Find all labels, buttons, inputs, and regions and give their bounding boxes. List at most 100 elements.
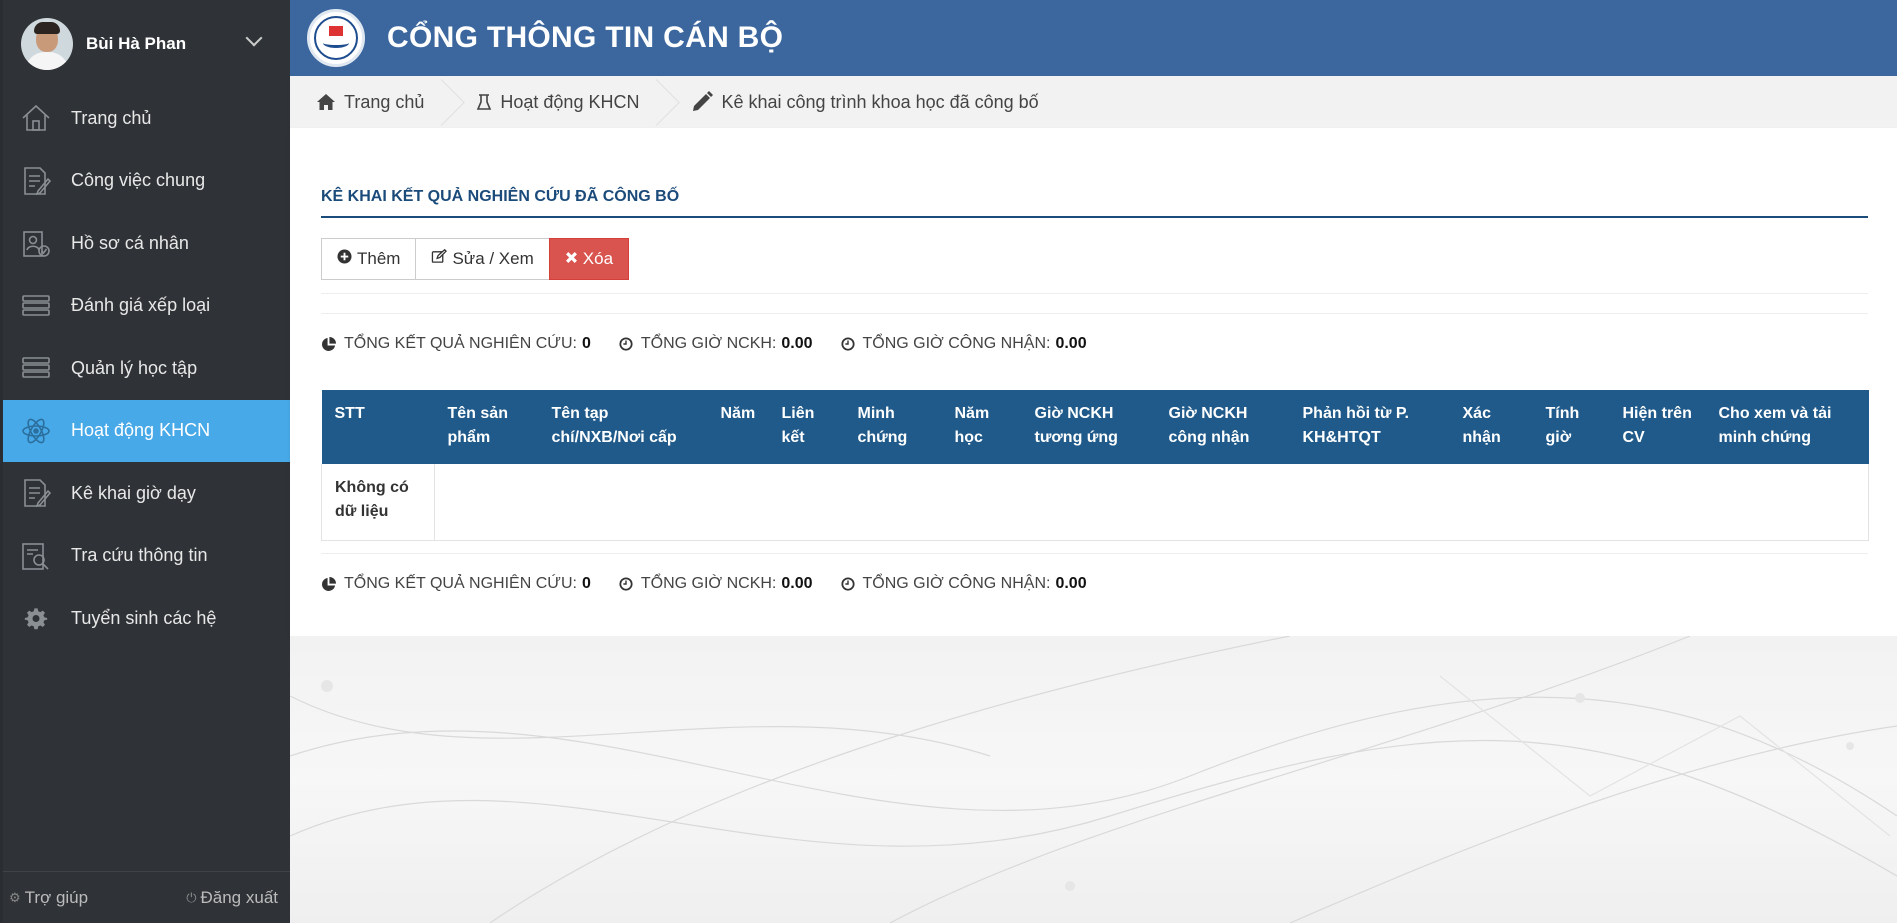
edit-button[interactable]: Sửa / Xem bbox=[415, 238, 550, 280]
clock-icon bbox=[840, 577, 855, 591]
column-header[interactable]: Phản hồi từ P. KH&HTQT bbox=[1289, 390, 1450, 464]
top-header: CỔNG THÔNG TIN CÁN BỘ bbox=[290, 0, 1897, 76]
delete-button-label: Xóa bbox=[582, 249, 614, 268]
add-button-label: Thêm bbox=[357, 249, 401, 268]
help-label: Trợ giúp bbox=[24, 887, 89, 907]
column-header[interactable]: Tên tạp chí/NXB/Nơi cấp bbox=[538, 390, 708, 464]
column-header[interactable]: Hiện trên CV bbox=[1609, 390, 1706, 464]
logo bbox=[307, 9, 365, 67]
breadcrumb-current: Kê khai công trình khoa học đã công bố bbox=[665, 76, 1064, 128]
column-header[interactable]: Xác nhận bbox=[1449, 390, 1533, 464]
breadcrumb-section[interactable]: Hoạt động KHCN bbox=[450, 76, 665, 128]
delete-button[interactable]: Xóa bbox=[548, 238, 630, 280]
pie-chart-icon bbox=[321, 336, 336, 352]
summary-bottom: TỔNG KẾT QUẢ NGHIÊN CỨU: 0 TỔNG GIỜ NCKH… bbox=[321, 575, 1115, 593]
pie-chart-icon bbox=[321, 576, 336, 592]
flask-icon bbox=[476, 93, 492, 111]
column-header[interactable]: Cho xem và tải minh chứng bbox=[1705, 390, 1869, 464]
clock-icon bbox=[619, 577, 633, 591]
chevron-down-icon[interactable] bbox=[245, 29, 263, 47]
edit-icon bbox=[431, 248, 448, 269]
sidebar-item-label: Đánh giá xếp loại bbox=[71, 295, 211, 316]
sidebar-item-tra-cuu-thong-tin[interactable]: Tra cứu thông tin bbox=[3, 525, 290, 588]
summary-label: TỔNG GIỜ NCKH: bbox=[640, 575, 777, 592]
summary-value: 0.00 bbox=[1055, 575, 1087, 592]
column-header[interactable]: STT bbox=[321, 390, 435, 464]
column-header[interactable]: Liên kết bbox=[768, 390, 845, 464]
sidebar-item-trang-chu[interactable]: Trang chủ bbox=[3, 87, 290, 150]
column-header[interactable]: Giờ NCKH công nhận bbox=[1155, 390, 1290, 464]
divider bbox=[321, 293, 1868, 294]
summary-top: TỔNG KẾT QUẢ NGHIÊN CỨU: 0 TỔNG GIỜ NCKH… bbox=[321, 335, 1115, 353]
user-name: Bùi Hà Phan bbox=[86, 33, 187, 53]
column-header[interactable]: Tính giờ bbox=[1532, 390, 1610, 464]
sidebar-footer: ⚙ Trợ giúp ⏻ Đăng xuất bbox=[3, 871, 290, 923]
breadcrumb-home[interactable]: Trang chủ bbox=[290, 76, 450, 128]
summary-value: 0.00 bbox=[781, 335, 813, 352]
section-title: KÊ KHAI KẾT QUẢ NGHIÊN CỨU ĐÃ CÔNG BỐ bbox=[321, 188, 1868, 218]
action-toolbar: Thêm Sửa / Xem Xóa bbox=[321, 238, 630, 280]
sidebar-item-label: Trang chủ bbox=[71, 107, 152, 128]
sidebar-item-label: Tuyển sinh các hệ bbox=[71, 607, 217, 628]
profile-file-icon bbox=[19, 226, 53, 260]
summary-label: TỔNG GIỜ CÔNG NHẬN: bbox=[862, 335, 1051, 352]
table-row: Không có dữ liệu bbox=[321, 464, 1869, 541]
sidebar-item-hoat-dong-khcn[interactable]: Hoạt động KHCN bbox=[3, 399, 290, 462]
summary-label: TỔNG GIỜ CÔNG NHẬN: bbox=[862, 575, 1051, 592]
divider bbox=[321, 553, 1868, 554]
summary-value: 0 bbox=[581, 575, 591, 592]
sidebar-item-label: Tra cứu thông tin bbox=[71, 545, 208, 566]
sidebar-item-ke-khai-gio-day[interactable]: Kê khai giờ dạy bbox=[3, 462, 290, 525]
sidebar-item-label: Kê khai giờ dạy bbox=[71, 482, 196, 503]
home-icon bbox=[316, 93, 336, 111]
sidebar-item-label: Quản lý học tập bbox=[71, 357, 198, 378]
summary-label: TỔNG GIỜ NCKH: bbox=[640, 335, 777, 352]
sidebar-item-cong-viec-chung[interactable]: Công việc chung bbox=[3, 150, 290, 213]
avatar bbox=[21, 17, 73, 70]
gear-icon: ⚙ bbox=[9, 889, 21, 905]
add-button[interactable]: Thêm bbox=[321, 238, 417, 280]
summary-total-results: TỔNG KẾT QUẢ NGHIÊN CỨU: 0 bbox=[321, 335, 591, 353]
gear-icon bbox=[19, 601, 53, 635]
breadcrumb-current-label: Kê khai công trình khoa học đã công bố bbox=[721, 91, 1039, 112]
breadcrumb-section-label: Hoạt động KHCN bbox=[500, 91, 640, 112]
sidebar-item-danh-gia-xep-loai[interactable]: Đánh giá xếp loại bbox=[3, 275, 290, 338]
column-header[interactable]: Giờ NCKH tương ứng bbox=[1021, 390, 1156, 464]
summary-label: TỔNG KẾT QUẢ NGHIÊN CỨU: bbox=[344, 335, 577, 352]
summary-value: 0 bbox=[581, 335, 591, 352]
stack-icon bbox=[19, 351, 53, 385]
summary-total-results: TỔNG KẾT QUẢ NGHIÊN CỨU: 0 bbox=[321, 575, 591, 593]
sidebar-item-label: Hồ sơ cá nhân bbox=[71, 232, 189, 253]
column-header[interactable]: Năm bbox=[707, 390, 769, 464]
close-icon bbox=[565, 249, 578, 269]
plus-circle-icon bbox=[337, 249, 352, 269]
home-icon bbox=[19, 101, 53, 135]
document-edit-icon bbox=[19, 164, 53, 198]
page-title: CỔNG THÔNG TIN CÁN BỘ bbox=[387, 21, 784, 54]
pencil-icon bbox=[691, 91, 714, 113]
sidebar-item-ho-so-ca-nhan[interactable]: Hồ sơ cá nhân bbox=[3, 212, 290, 275]
search-document-icon bbox=[19, 539, 53, 573]
help-link[interactable]: ⚙ Trợ giúp bbox=[9, 888, 88, 908]
sidebar-menu: Trang chủ Công việc chung Hồ sơ cá nhân … bbox=[3, 87, 290, 650]
clock-icon bbox=[840, 337, 855, 351]
sidebar-item-quan-ly-hoc-tap[interactable]: Quản lý học tập bbox=[3, 337, 290, 400]
summary-value: 0.00 bbox=[1055, 335, 1087, 352]
main-panel: KÊ KHAI KẾT QUẢ NGHIÊN CỨU ĐÃ CÔNG BỐ Th… bbox=[290, 128, 1897, 636]
user-menu[interactable]: Bùi Hà Phan bbox=[3, 0, 290, 87]
atom-icon bbox=[19, 414, 53, 448]
breadcrumb: Trang chủ Hoạt động KHCN Kê khai công tr… bbox=[290, 76, 1897, 128]
sidebar-item-label: Hoạt động KHCN bbox=[71, 420, 211, 441]
power-icon: ⏻ bbox=[186, 889, 197, 905]
column-header[interactable]: Năm học bbox=[941, 390, 1022, 464]
logout-link[interactable]: ⏻ Đăng xuất bbox=[186, 888, 278, 908]
summary-total-hours: TỔNG GIỜ NCKH: 0.00 bbox=[619, 335, 813, 353]
summary-value: 0.00 bbox=[781, 575, 813, 592]
column-header[interactable]: Tên sản phẩm bbox=[434, 390, 539, 464]
summary-approved-hours: TỔNG GIỜ CÔNG NHẬN: 0.00 bbox=[840, 575, 1087, 593]
column-header[interactable]: Minh chứng bbox=[844, 390, 942, 464]
sidebar-item-tuyen-sinh-cac-he[interactable]: Tuyển sinh các hệ bbox=[3, 587, 290, 650]
clock-icon bbox=[619, 337, 633, 351]
summary-total-hours: TỔNG GIỜ NCKH: 0.00 bbox=[619, 575, 813, 593]
breadcrumb-home-label: Trang chủ bbox=[344, 91, 425, 112]
